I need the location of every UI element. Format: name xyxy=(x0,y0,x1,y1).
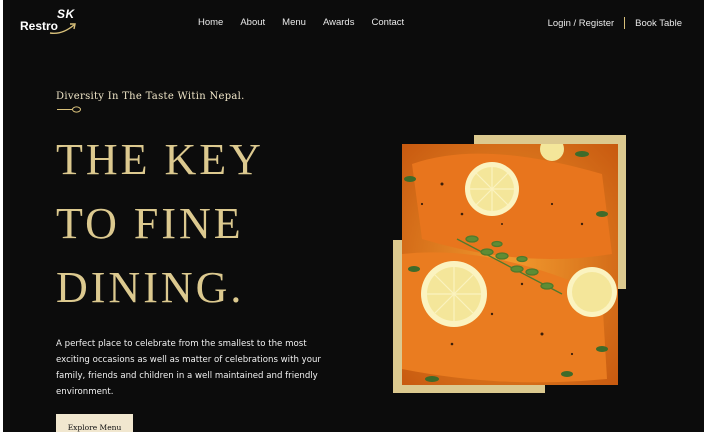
nav-awards[interactable]: Awards xyxy=(323,17,355,28)
spoon-icon xyxy=(57,106,81,113)
nav-home[interactable]: Home xyxy=(198,17,223,28)
logo-mark: SK xyxy=(57,7,75,21)
nav-divider xyxy=(624,17,626,29)
book-table-link[interactable]: Book Table xyxy=(635,18,682,29)
headline-line-2: TO FINE xyxy=(56,199,244,248)
page-frame: SK Restro Home About Menu Awards Contact… xyxy=(3,0,704,432)
hero-headline: THE KEY TO FINE DINING. xyxy=(56,128,264,320)
login-register-link[interactable]: Login / Register xyxy=(548,18,615,29)
hero-tagline: Diversity In The Taste Witin Nepal. xyxy=(56,91,245,102)
nav-actions: Login / Register Book Table xyxy=(548,17,682,29)
main-nav: Home About Menu Awards Contact xyxy=(198,17,421,28)
hero-description: A perfect place to celebrate from the sm… xyxy=(56,339,321,397)
explore-menu-button[interactable]: Explore Menu xyxy=(56,414,133,432)
logo-swoosh-icon xyxy=(49,23,76,35)
nav-contact[interactable]: Contact xyxy=(371,17,404,28)
nav-menu[interactable]: Menu xyxy=(282,17,306,28)
headline-line-1: THE KEY xyxy=(56,135,264,184)
headline-line-3: DINING. xyxy=(56,263,245,312)
nav-about[interactable]: About xyxy=(240,17,265,28)
salmon-dish-image xyxy=(402,144,618,385)
